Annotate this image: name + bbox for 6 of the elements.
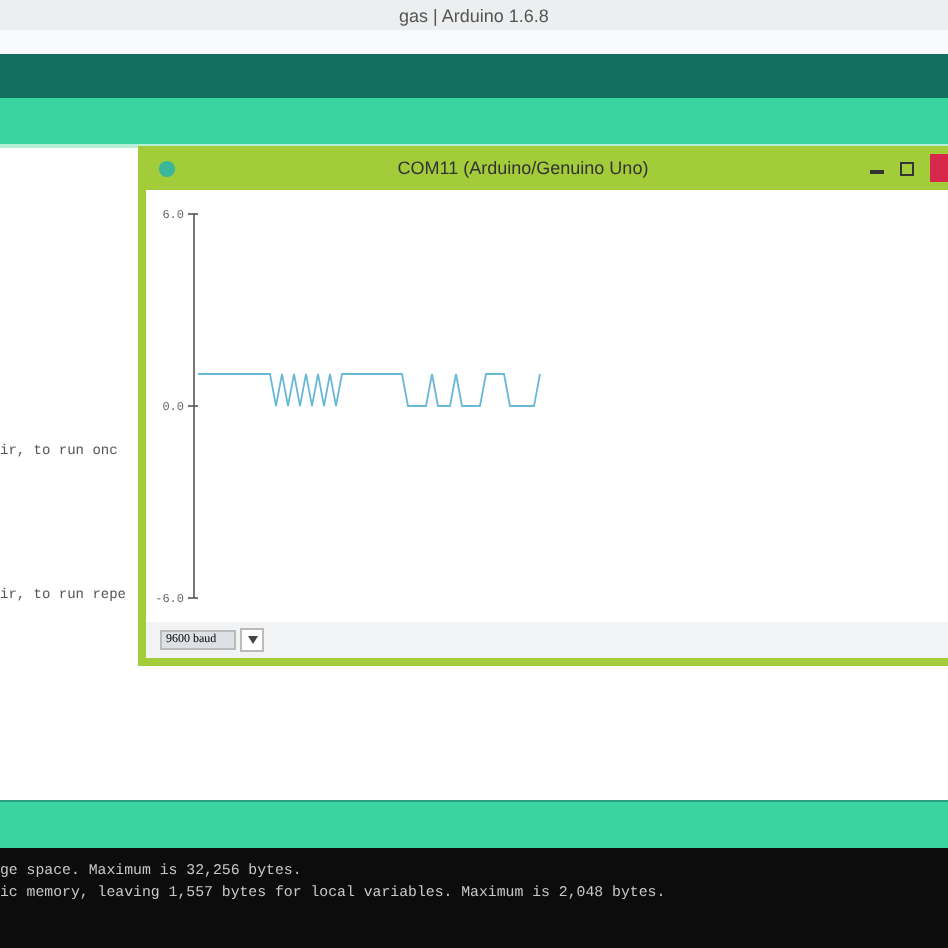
window-title: gas | Arduino 1.6.8 bbox=[399, 5, 549, 25]
dropdown-button[interactable] bbox=[240, 628, 264, 652]
maximize-icon[interactable] bbox=[900, 161, 914, 175]
app-icon bbox=[158, 159, 176, 177]
caret-icon bbox=[247, 636, 257, 644]
plotter-title: COM11 (Arduino/Genuino Uno) bbox=[395, 158, 651, 178]
